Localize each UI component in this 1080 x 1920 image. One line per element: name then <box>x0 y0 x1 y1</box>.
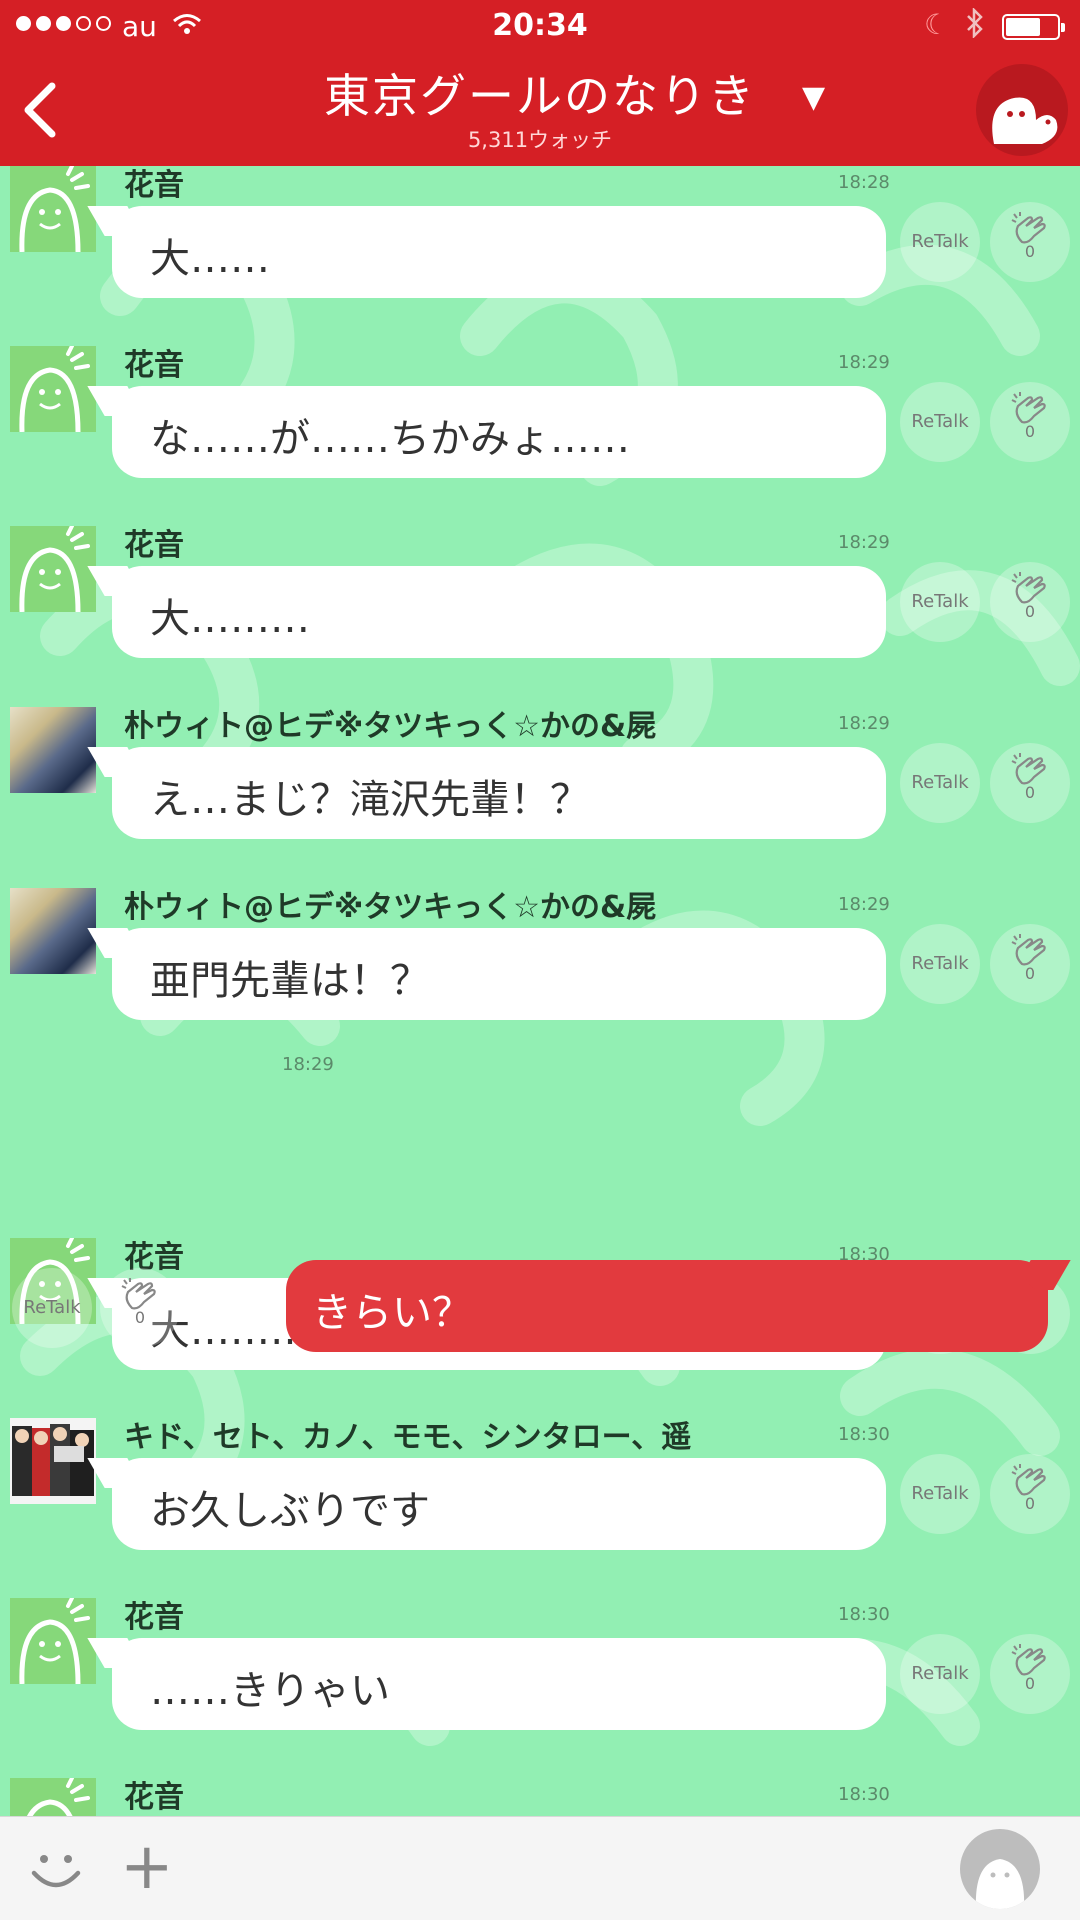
message-time: 18:29 <box>838 352 890 373</box>
sender-name[interactable]: 花音 <box>124 520 184 564</box>
sender-name[interactable]: 朴ウィト@ヒデ※タツキっく☆かの&屍 <box>124 701 656 745</box>
message-row: キド、セト、カノ、モモ、シンタロー、遥 18:30 お久しぶりです ReTalk 0 <box>0 1418 1080 1598</box>
mascot-avatar-icon <box>19 346 90 432</box>
message-row: 花音 18:30 ……きりゃい ReTalk 0 <box>0 1598 1080 1778</box>
message-row: 花音 18:28 大…… ReTalk 0 <box>0 166 1080 346</box>
clap-icon <box>1011 212 1046 244</box>
sender-name[interactable]: 花音 <box>124 340 184 384</box>
mascot-avatar-icon <box>19 1598 90 1684</box>
dropdown-caret-icon[interactable]: ▼ <box>802 80 825 115</box>
retalk-button[interactable]: ReTalk <box>900 202 980 282</box>
status-time: 20:34 <box>492 8 588 43</box>
clap-count: 0 <box>1024 964 1036 983</box>
app-header: au 20:34 ☾ 東京グールのなりき ▼ 5,311ウォッチ <box>0 0 1080 166</box>
clap-button[interactable]: 0 <box>990 1634 1070 1714</box>
sender-name[interactable]: 花音 <box>124 166 184 204</box>
retalk-button[interactable]: ReTalk <box>900 562 980 642</box>
user-avatar[interactable] <box>10 1598 96 1684</box>
clap-button[interactable]: 0 <box>990 202 1070 282</box>
message-row: 朴ウィト@ヒデ※タツキっく☆かの&屍 18:29 亜門先輩は！？ ReTalk 0 <box>0 888 1080 1068</box>
watch-count: 5,311ウォッチ <box>467 128 613 152</box>
clap-icon <box>1011 753 1046 785</box>
sender-name[interactable]: 朴ウィト@ヒデ※タツキっく☆かの&屍 <box>124 882 656 926</box>
clap-icon <box>1011 934 1046 966</box>
message-row: 朴ウィト@ヒデ※タツキっく☆かの&屍 18:29 え…まじ？滝沢先輩！？ ReTalk… <box>0 707 1080 887</box>
user-avatar[interactable] <box>10 346 96 432</box>
clap-icon <box>1011 1464 1046 1496</box>
message-time: 18:30 <box>838 1424 890 1445</box>
clap-button[interactable]: 0 <box>990 743 1070 823</box>
message-row: 花音 18:29 な……が……ちかみょ…… ReTalk 0 <box>0 346 1080 526</box>
profile-avatar-button[interactable] <box>960 1829 1040 1909</box>
retalk-button[interactable]: ReTalk <box>900 743 980 823</box>
add-attachment-button[interactable]: + <box>120 1835 174 1899</box>
retalk-button[interactable]: ReTalk <box>900 1634 980 1714</box>
clap-count: 0 <box>1024 1674 1036 1693</box>
sender-name[interactable]: 花音 <box>124 1772 184 1816</box>
message-bubble[interactable]: お久しぶりです <box>112 1458 886 1550</box>
user-avatar[interactable] <box>10 707 96 793</box>
clap-count: 0 <box>1024 1494 1036 1513</box>
emoji-button[interactable] <box>24 1837 88 1901</box>
room-title[interactable]: 東京グールのなりき <box>0 60 1080 126</box>
retalk-button[interactable]: ReTalk <box>900 924 980 1004</box>
own-message-bubble[interactable]: きらい？ <box>286 1260 1048 1352</box>
clap-icon <box>121 1278 156 1310</box>
message-row: 花音 18:30 <box>0 1778 1080 1816</box>
user-avatar-icon <box>975 1859 1025 1909</box>
clap-icon <box>1011 392 1046 424</box>
message-time: 18:29 <box>282 1054 334 1075</box>
message-time: 18:29 <box>838 532 890 553</box>
user-avatar[interactable] <box>10 526 96 612</box>
input-toolbar: + <box>0 1816 1080 1920</box>
clap-count: 0 <box>1024 422 1036 441</box>
bluetooth-icon <box>964 6 986 45</box>
user-avatar[interactable] <box>10 166 96 252</box>
clap-count: 0 <box>134 1308 146 1327</box>
retalk-button[interactable]: ReTalk <box>12 1268 92 1348</box>
message-time: 18:29 <box>838 713 890 734</box>
message-time: 18:28 <box>838 172 890 193</box>
message-bubble[interactable]: え…まじ？滝沢先輩！？ <box>112 747 886 839</box>
mascot-avatar-icon <box>19 526 90 612</box>
mascot-avatar-icon <box>27 1778 90 1816</box>
mascot-avatar-icon <box>19 166 90 252</box>
message-time: 18:29 <box>838 894 890 915</box>
do-not-disturb-icon: ☾ <box>924 8 950 41</box>
clap-count: 0 <box>1024 602 1036 621</box>
message-bubble[interactable]: 大…… <box>112 206 886 298</box>
message-bubble[interactable]: ……きりゃい <box>112 1638 886 1730</box>
status-bar: au 20:34 ☾ <box>0 0 1080 56</box>
smiley-icon <box>31 1855 81 1888</box>
clap-button[interactable]: 0 <box>990 1454 1070 1534</box>
clap-count: 0 <box>1024 242 1036 261</box>
clap-button[interactable]: 0 <box>990 562 1070 642</box>
room-mascot-icon[interactable] <box>976 64 1068 156</box>
clap-button[interactable]: 0 <box>100 1268 180 1348</box>
sender-name[interactable]: キド、セト、カノ、モモ、シンタロー、遥 <box>124 1412 691 1456</box>
clap-button[interactable]: 0 <box>990 924 1070 1004</box>
retalk-button[interactable]: ReTalk <box>900 382 980 462</box>
message-time: 18:30 <box>838 1604 890 1625</box>
user-avatar[interactable] <box>10 1418 96 1504</box>
group-photo-icon <box>10 1418 96 1504</box>
clap-icon <box>1011 1644 1046 1676</box>
message-bubble[interactable]: な……が……ちかみょ…… <box>112 386 886 478</box>
message-time: 18:30 <box>838 1784 890 1805</box>
chat-timeline[interactable]: 花音 18:28 大…… ReTalk 0 花音 18:29 な……が……ちかみょ…… ReTa… <box>0 166 1080 1816</box>
retalk-button[interactable]: ReTalk <box>900 1454 980 1534</box>
message-row: 花音 18:29 大……… ReTalk 0 <box>0 526 1080 706</box>
clap-count: 0 <box>1024 783 1036 802</box>
user-avatar[interactable] <box>10 888 96 974</box>
battery-icon <box>1002 14 1065 40</box>
user-avatar[interactable] <box>10 1778 96 1816</box>
sender-name[interactable]: 花音 <box>124 1592 184 1636</box>
clap-button[interactable]: 0 <box>990 382 1070 462</box>
clap-icon <box>1011 572 1046 604</box>
message-bubble[interactable]: 亜門先輩は！？ <box>112 928 886 1020</box>
message-bubble[interactable]: 大……… <box>112 566 886 658</box>
